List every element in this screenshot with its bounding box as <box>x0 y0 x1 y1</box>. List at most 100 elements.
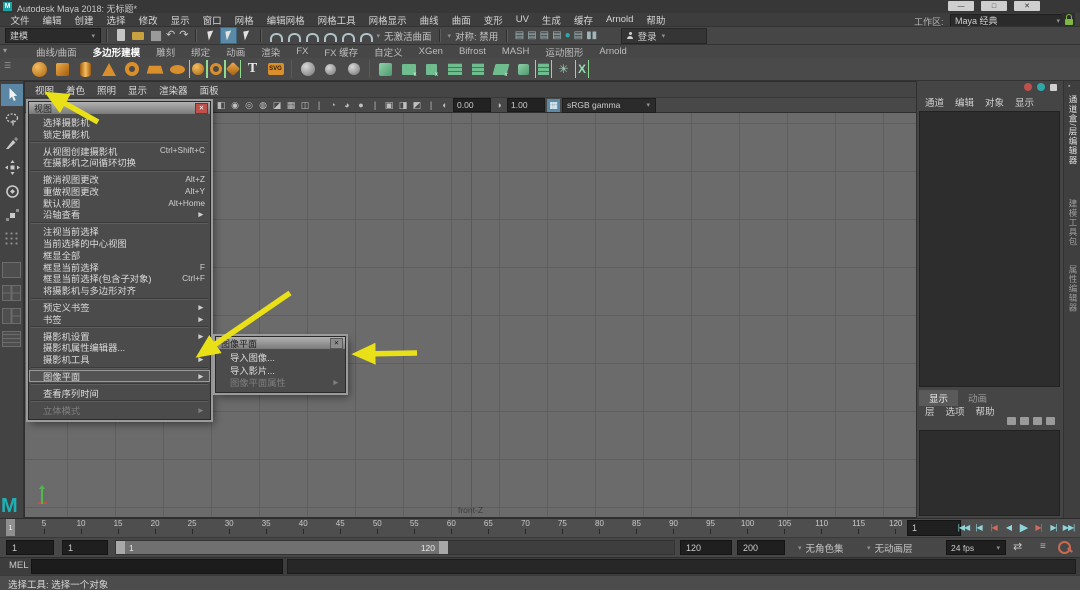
close-button[interactable]: ✕ <box>1014 1 1040 11</box>
shelf-icon-extract[interactable] <box>445 59 465 79</box>
shelf-tab-sculpting[interactable]: 雕刻 <box>148 45 183 59</box>
go-to-start-button[interactable]: |◀◀ <box>956 519 971 535</box>
image-plane-icon[interactable]: ◪ <box>271 100 283 111</box>
shelf-tab-bifrost[interactable]: Bifrost <box>451 46 494 57</box>
shelf-icon-platonic[interactable] <box>207 60 225 78</box>
step-forward-key-button[interactable]: ▶| <box>1031 519 1046 535</box>
shelf-icon-sphere-project[interactable] <box>189 60 207 78</box>
camera-attributes-icon[interactable]: ◎ <box>243 100 255 111</box>
layer-list[interactable] <box>919 430 1060 516</box>
shelf-icon-boolean-union[interactable] <box>535 60 552 78</box>
layout-outliner-persp-button[interactable] <box>2 331 21 347</box>
fps-selector[interactable]: 24 fps ▾ <box>946 540 1006 555</box>
bookmark-icon[interactable]: ◍ <box>257 100 269 111</box>
last-tool-slot[interactable] <box>4 231 19 246</box>
range-slider-track[interactable]: 1 120 <box>115 540 675 555</box>
step-back-key-button[interactable]: |◀ <box>986 519 1001 535</box>
shelf-icon-poly-sphere[interactable] <box>30 59 50 79</box>
shelf-icon-poly-cylinder[interactable] <box>76 59 96 79</box>
command-input-field[interactable] <box>31 559 283 574</box>
shelf-options-icon[interactable]: ▾ <box>3 46 7 55</box>
command-line-language-toggle[interactable]: MEL <box>9 560 29 571</box>
range-start-handle[interactable] <box>116 541 125 554</box>
ambient-occlusion-icon[interactable]: ◩ <box>411 100 423 111</box>
panel-menu-shading[interactable]: 着色 <box>60 83 91 97</box>
textured-icon[interactable]: ● <box>355 100 367 110</box>
select-object-icon[interactable] <box>220 27 237 44</box>
snap-to-curve-icon[interactable] <box>288 33 301 42</box>
menu-mesh[interactable]: 网格 <box>228 13 260 27</box>
undo-icon[interactable]: ↶ <box>166 29 175 42</box>
shelf-icon-poly-cone[interactable] <box>99 59 119 79</box>
shelf-icon-type-tool[interactable]: T <box>243 59 263 79</box>
shaded-icon[interactable]: ◕ <box>341 100 353 110</box>
shelf-icon-combine[interactable] <box>399 59 419 79</box>
exposure-icon[interactable]: ◐ <box>439 100 451 110</box>
menu-generate[interactable]: 生成 <box>535 13 567 27</box>
view-transform-selector[interactable]: sRGB gamma ▾ <box>562 98 656 113</box>
tab-attribute-editor[interactable]: 属性编辑器 <box>1067 265 1079 313</box>
anim-layer-selector[interactable]: ▾ 无动画层 <box>866 541 913 555</box>
close-icon[interactable]: ✕ <box>195 103 208 114</box>
view-menu-item-view-sequence-time[interactable]: 查看序列时间 <box>29 387 210 399</box>
minimize-button[interactable]: — <box>948 1 974 11</box>
layers-menu[interactable]: 层 <box>925 404 935 418</box>
view-menu-item-bookmarks[interactable]: 书签► <box>29 313 210 325</box>
menu-display[interactable]: 显示 <box>164 13 196 27</box>
tab-channel-box-layer-editor[interactable]: 通道盒/层编辑器 <box>1067 95 1079 165</box>
current-time-marker[interactable]: 1 <box>6 519 15 536</box>
render-current-frame-icon[interactable]: ▤ <box>527 29 536 42</box>
symmetry-field[interactable]: 对称: 禁用 <box>455 29 498 43</box>
step-back-frame-button[interactable]: |◀ <box>971 519 986 535</box>
shelf-icon-smooth-sculpt[interactable] <box>321 59 341 79</box>
menu-help[interactable]: 帮助 <box>640 13 672 27</box>
shelf-icon-mash-distribute[interactable] <box>376 59 396 79</box>
menu-curves[interactable]: 曲线 <box>413 13 445 27</box>
exposure-field[interactable]: 0.00 <box>453 98 491 112</box>
shelf-icon-mirror[interactable] <box>491 59 511 79</box>
menu-windows[interactable]: 窗口 <box>196 13 228 27</box>
snap-to-point-icon[interactable] <box>306 33 319 42</box>
panel-menu-view[interactable]: 视图 <box>29 83 60 97</box>
menu-cache[interactable]: 缓存 <box>567 13 599 27</box>
playback-loop-icon[interactable]: ⇄ <box>1013 540 1022 553</box>
menu-uv[interactable]: UV <box>509 14 535 25</box>
redo-icon[interactable]: ↷ <box>179 29 188 42</box>
shelf-icon-separate[interactable] <box>422 59 442 79</box>
lock-camera-icon[interactable]: ◉ <box>229 100 241 111</box>
layer-options-menu[interactable]: 选项 <box>946 404 965 418</box>
shelf-tab-fx[interactable]: FX <box>288 46 316 57</box>
panel-menu-lighting[interactable]: 照明 <box>91 83 122 97</box>
image-plane-item-import-image[interactable]: 导入图像... <box>216 351 345 364</box>
tab-modeling-toolkit[interactable]: 建模工具包 <box>1067 199 1079 247</box>
sign-in-button[interactable]: 登录 ▾ <box>621 28 707 44</box>
show-hide-icon[interactable]: ▪ <box>1068 83 1070 90</box>
shelf-icon-boolean-intersect[interactable]: X <box>575 60 589 78</box>
shelf-icon-boolean-difference[interactable]: ✳ <box>554 59 574 79</box>
maximize-button[interactable]: □ <box>981 1 1007 11</box>
shelf-tab-fx-caching[interactable]: FX 缓存 <box>316 45 366 59</box>
select-component-icon[interactable] <box>239 28 254 43</box>
select-hierarchy-icon[interactable] <box>203 28 218 43</box>
pause-icon[interactable]: ▮▮ <box>586 29 597 42</box>
shelf-icon-super-shape[interactable] <box>225 60 241 78</box>
range-end-handle[interactable] <box>439 541 448 554</box>
animation-end-field[interactable]: 200 <box>737 540 785 555</box>
move-tool-icon[interactable] <box>1 156 23 178</box>
shelf-icon-svg-tool[interactable]: SVG <box>266 59 286 79</box>
layout-four-pane-button[interactable] <box>2 285 21 301</box>
move-layer-up-icon[interactable] <box>1033 417 1042 425</box>
current-frame-field[interactable]: 1 <box>907 520 961 536</box>
menu-create[interactable]: 创建 <box>68 13 100 27</box>
shelf-icon-sculpt-tool[interactable] <box>298 59 318 79</box>
layout-single-pane-button[interactable] <box>2 262 21 278</box>
move-layer-down-icon[interactable] <box>1046 417 1055 425</box>
shelf-icon-poly-plane[interactable] <box>145 59 165 79</box>
sphere-icon[interactable] <box>1037 83 1045 91</box>
layout-two-pane-button[interactable] <box>2 308 21 324</box>
animation-preferences-icon[interactable]: ≡ <box>1040 541 1046 552</box>
shelf-icon-poly-torus[interactable] <box>122 59 142 79</box>
range-slider-bar[interactable]: 1 120 <box>116 541 448 554</box>
shelf-tab-xgen[interactable]: XGen <box>411 46 451 57</box>
menu-surfaces[interactable]: 曲面 <box>445 13 477 27</box>
